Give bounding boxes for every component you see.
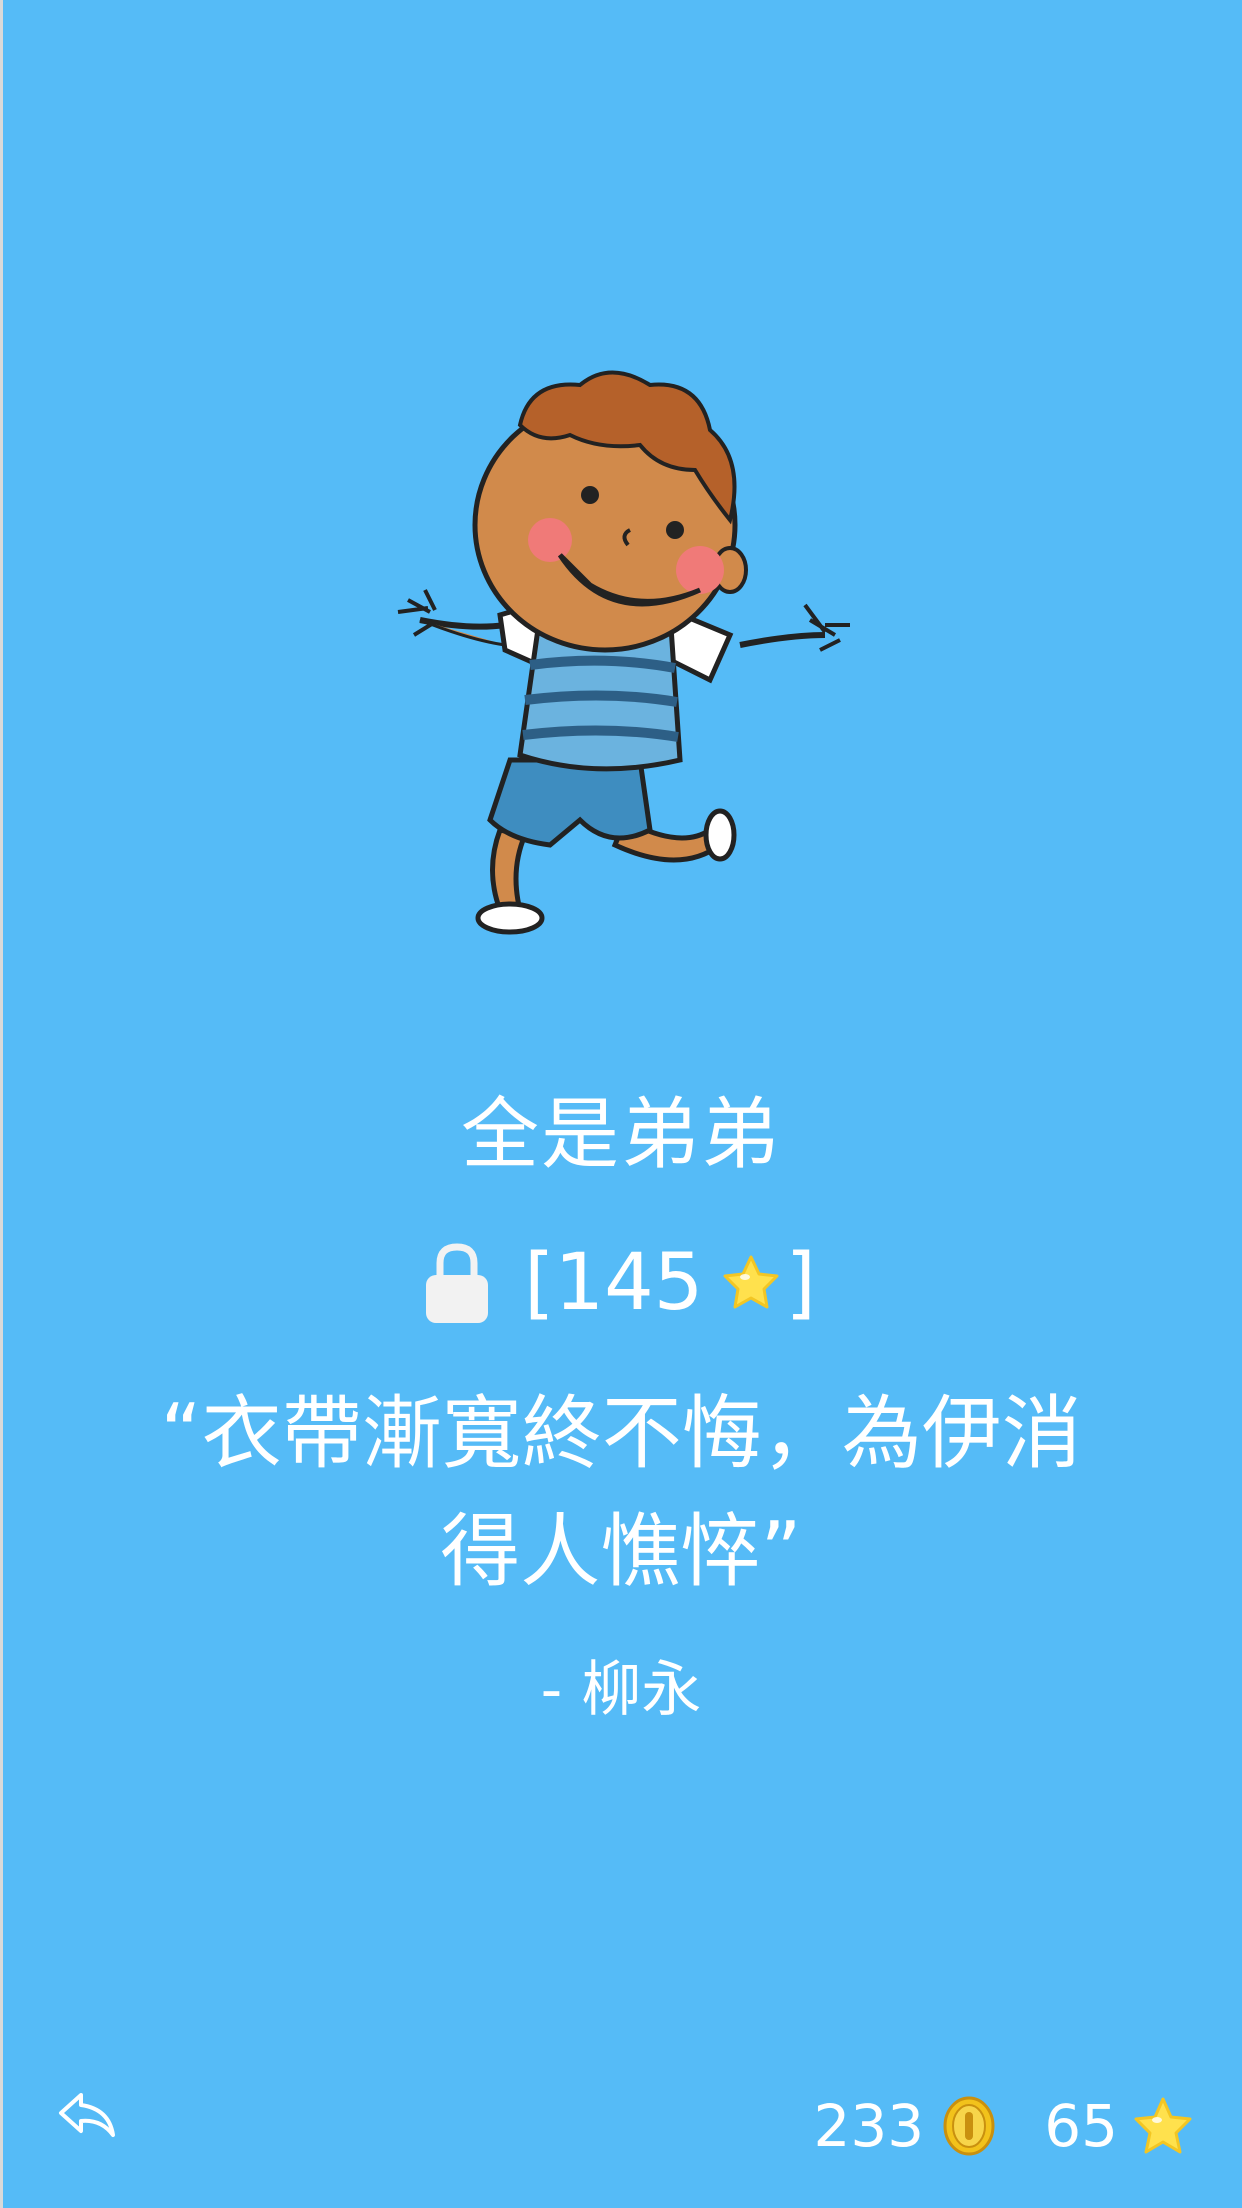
coin-count: 233 bbox=[813, 2091, 925, 2160]
quote-text: “衣帶漸寬終不悔，為伊消 得人憔悴” bbox=[130, 1375, 1112, 1611]
reply-arrow-icon[interactable] bbox=[55, 2085, 119, 2149]
currency-stats: 233 65 bbox=[813, 2088, 1194, 2163]
unlock-stars-count: 145 bbox=[554, 1238, 704, 1328]
star-icon bbox=[723, 1255, 779, 1309]
star-count: 65 bbox=[1044, 2091, 1118, 2160]
boy-illustration bbox=[397, 370, 850, 935]
quote-author: - 柳永 bbox=[540, 1655, 702, 1725]
quote-line-1: “衣帶漸寬終不悔，為伊消 bbox=[160, 1387, 1082, 1480]
unlock-requirement: [ 145 ] bbox=[0, 1228, 1242, 1338]
quote-line-2: 得人憔悴” bbox=[440, 1505, 802, 1598]
level-title: 全是弟弟 bbox=[460, 1090, 781, 1180]
star-icon bbox=[1134, 2097, 1192, 2153]
unlock-suffix: ] bbox=[785, 1238, 816, 1328]
lock-icon bbox=[426, 1243, 489, 1323]
coin-icon bbox=[943, 2096, 995, 2155]
unlock-prefix: [ bbox=[524, 1238, 555, 1328]
